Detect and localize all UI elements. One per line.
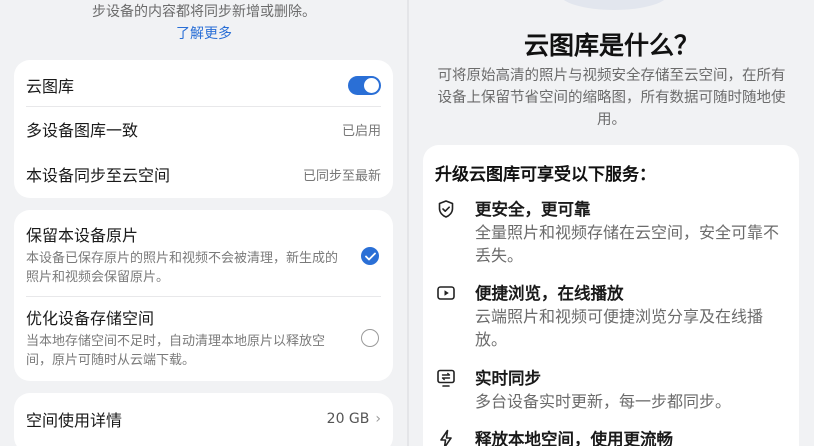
info-pane: 云图库是什么？ 可将原始高清的照片与视频安全存储至云空间，在所有设备上保留节省空…: [409, 0, 814, 446]
info-description: 可将原始高清的照片与视频安全存储至云空间，在所有设备上保留节省空间的缩略图，所有…: [437, 68, 786, 128]
bolt-icon: [435, 428, 457, 446]
sync-label: 本设备同步至云空间: [26, 166, 171, 185]
sync-status: 已同步至最新: [302, 168, 381, 184]
space-usage-value: 20 GB: [326, 411, 370, 427]
shield-icon: [435, 198, 457, 220]
cloud-illustration: [559, 0, 669, 10]
feature-item: 实时同步 多台设备实时更新，每一步都同步。: [435, 365, 787, 415]
feature-title: 释放本地空间，使用更流畅: [475, 430, 673, 446]
keep-original-title: 保留本设备原片: [26, 226, 139, 245]
cloud-gallery-row[interactable]: 云图库: [26, 74, 381, 96]
space-usage-card[interactable]: 空间使用详情 20 GB ›: [14, 393, 393, 446]
services-title: 升级云图库可享受以下服务：: [435, 165, 656, 185]
storage-options-card: 保留本设备原片 本设备已保存原片的照片和视频不会被清理，新生成的照片和视频会保留…: [14, 210, 393, 381]
multi-device-row[interactable]: 多设备图库一致 已启用: [26, 118, 381, 140]
optimize-storage-option[interactable]: 优化设备存储空间 当本地存储空间不足时，自动清理本地原片以释放空间，原片可随时从…: [26, 309, 346, 370]
multi-device-status: 已启用: [341, 123, 381, 139]
play-icon: [435, 282, 457, 304]
toggle-knob: [364, 77, 379, 93]
keep-original-radio[interactable]: [361, 247, 379, 265]
chevron-right-icon: ›: [375, 411, 381, 427]
divider: [26, 296, 381, 297]
keep-original-option[interactable]: 保留本设备原片 本设备已保存原片的照片和视频不会被清理，新生成的照片和视频会保留…: [26, 226, 346, 287]
cloud-gallery-label: 云图库: [26, 77, 75, 96]
learn-more-link[interactable]: 了解更多: [14, 23, 394, 43]
feature-item: 便捷浏览，在线播放 云端照片和视频可便捷浏览分享及在线播放。: [435, 280, 787, 350]
optimize-storage-radio[interactable]: [361, 329, 379, 347]
cloud-gallery-toggle[interactable]: [348, 75, 381, 95]
settings-pane: 步设备的内容都将同步新增或删除。 了解更多 云图库 多设备图库一致 已启用 本设…: [0, 0, 407, 446]
space-usage-value-group: 20 GB ›: [327, 411, 381, 427]
feature-title: 实时同步: [475, 369, 541, 388]
feature-title: 便捷浏览，在线播放: [475, 284, 624, 303]
multi-device-label: 多设备图库一致: [26, 121, 139, 140]
feature-item: 释放本地空间，使用更流畅: [435, 426, 787, 446]
info-title: 云图库是什么？: [523, 31, 699, 60]
optimize-storage-desc: 当本地存储空间不足时，自动清理本地原片以释放空间，原片可随时从云端下载。: [26, 334, 326, 368]
cloud-gallery-settings-card: 云图库 多设备图库一致 已启用 本设备同步至云空间 已同步至最新: [14, 60, 393, 198]
sync-row[interactable]: 本设备同步至云空间 已同步至最新: [26, 163, 381, 185]
divider: [26, 106, 381, 107]
sync-icon: [435, 367, 457, 389]
sync-intro-text: 步设备的内容都将同步新增或删除。: [92, 4, 316, 20]
services-card: 升级云图库可享受以下服务： 更安全，更可靠 全量照片和视频存储在云空间，安全可靠…: [423, 145, 799, 446]
feature-desc: 云端照片和视频可便捷浏览分享及在线播放。: [475, 307, 764, 349]
radio-unchecked-icon[interactable]: [361, 329, 379, 347]
feature-desc: 多台设备实时更新，每一步都同步。: [475, 392, 732, 411]
feature-item: 更安全，更可靠 全量照片和视频存储在云空间，安全可靠不丢失。: [435, 196, 787, 266]
feature-desc: 全量照片和视频存储在云空间，安全可靠不丢失。: [475, 223, 780, 265]
keep-original-desc: 本设备已保存原片的照片和视频不会被清理，新生成的照片和视频会保留原片。: [26, 251, 339, 285]
space-usage-label: 空间使用详情: [26, 411, 123, 430]
check-icon[interactable]: [361, 247, 379, 265]
space-usage-row[interactable]: 空间使用详情 20 GB ›: [26, 408, 381, 430]
optimize-storage-title: 优化设备存储空间: [26, 309, 155, 328]
feature-title: 更安全，更可靠: [475, 200, 591, 219]
